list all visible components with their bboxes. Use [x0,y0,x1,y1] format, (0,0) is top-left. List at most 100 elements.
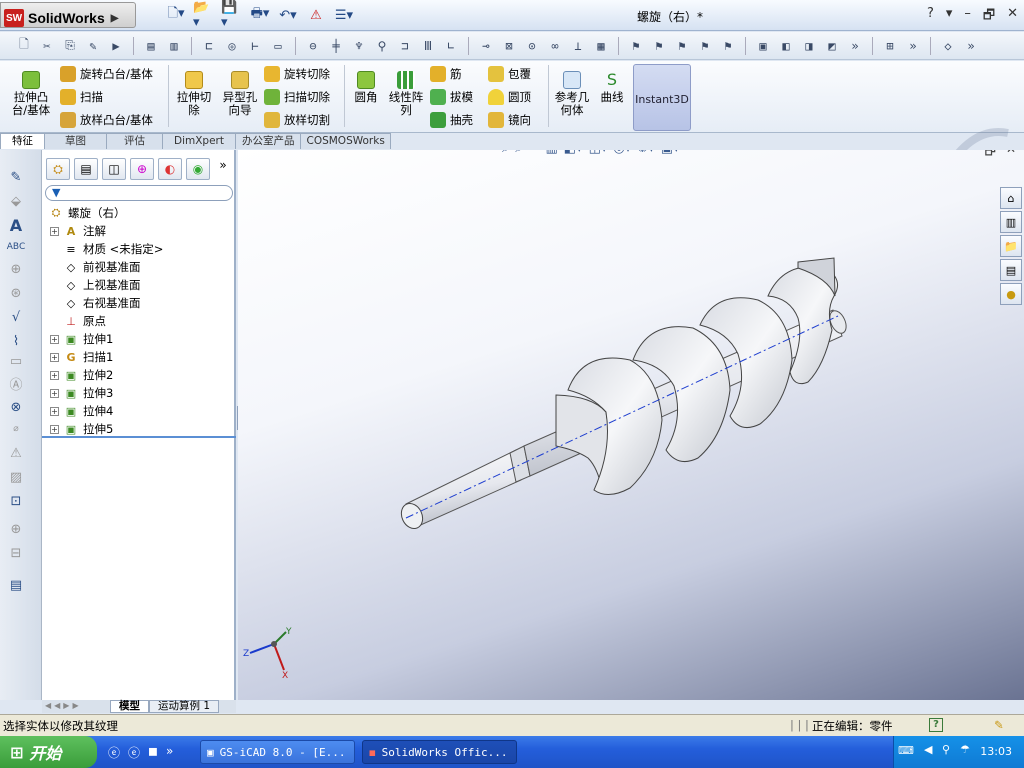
instant3d-button[interactable]: Instant3D [633,64,691,131]
expand-icon[interactable]: + [50,226,59,236]
tree-item[interactable]: ◇ 前视基准面 [42,258,236,276]
undo-icon[interactable]: ↶▾ [277,6,299,24]
rib-button[interactable]: 筋 [430,65,462,83]
tool-p-icon[interactable]: ⊥ [568,36,588,56]
tree-item[interactable]: ◇ 上视基准面 [42,276,236,294]
shell-button[interactable]: 抽壳 [430,111,473,129]
mirror-button[interactable]: 镜向 [488,111,531,129]
tree-item[interactable]: ◇ 右视基准面 [42,294,236,312]
curves-button[interactable]: S 曲线 [596,71,628,104]
tool-i-icon[interactable]: ⊐ [395,36,415,56]
rebuild-status-icon[interactable]: ✎ [994,718,1004,732]
expand-icon[interactable]: + [50,334,59,344]
linear-pattern-button[interactable]: 线性阵 列 [384,71,428,117]
datum-target-icon[interactable]: ⊗ [4,396,28,418]
extrude-cut-button[interactable]: 拉伸切 除 [172,71,216,117]
tool-e-icon[interactable]: ⊖ [303,36,323,56]
ie-icon[interactable]: ⓔ [108,744,120,761]
network-icon[interactable]: ⚲ [942,743,950,756]
centerline-icon[interactable]: ⊟ [4,542,28,564]
surface-finish-icon[interactable]: √ [4,306,28,328]
tray-expand-icon[interactable]: ◀ [924,743,932,756]
cut-icon[interactable]: ✂ [37,36,57,56]
diamond-icon[interactable]: ◇ [938,36,958,56]
block-icon[interactable]: ⊡ [4,490,28,512]
view-palette-icon[interactable]: ▤ [1000,259,1022,281]
solidworks-launch-icon[interactable]: ◼ [148,744,158,761]
loft-cut-button[interactable]: 放样切割 [264,111,330,129]
tool-h-icon[interactable]: ⚲ [372,36,392,56]
sweep-cut-button[interactable]: 扫描切除 [264,88,330,106]
restore-icon[interactable]: 🗗 [983,6,995,28]
revolve-cut-button[interactable]: 旋转切除 [264,65,330,83]
tree-item[interactable]: + ▣ 拉伸1 [42,330,236,348]
taskbar-item-gsicad[interactable]: ▣ GS-iCAD 8.0 - [E... [200,740,355,764]
tool-m-icon[interactable]: ⊠ [499,36,519,56]
tool-n-icon[interactable]: ⊙ [522,36,542,56]
appearance-tab-icon[interactable]: ◐ [158,158,182,180]
configuration-manager-tab-icon[interactable]: ◫ [102,158,126,180]
flag-e-icon[interactable]: ⚑ [718,36,738,56]
area-hatch-icon[interactable]: ▨ [4,466,28,488]
tree-item[interactable]: + ▣ 拉伸2 [42,366,236,384]
graphics-area[interactable]: ⌕ ⌕ ↶ ▥ ◧▾ ◫▾ ◎▾ ✺▾ ▣▾ – 🗗 ✕ [238,150,1024,700]
tab-features[interactable]: 特征 [0,133,45,149]
tool-q-icon[interactable]: ▦ [591,36,611,56]
expand-icon[interactable]: + [50,406,59,416]
rebuild-icon[interactable]: ⚠ [305,6,327,24]
keyboard-icon[interactable]: ⌨ [898,744,914,757]
status-help-icon[interactable]: ? [929,718,943,732]
tool-c-icon[interactable]: ⊢ [245,36,265,56]
rollback-bar[interactable] [42,436,236,438]
balloon-icon[interactable]: ⊕ [4,258,28,280]
flag-c-icon[interactable]: ⚑ [672,36,692,56]
tool-f-icon[interactable]: ╪ [326,36,346,56]
dimxpert-manager-tab-icon[interactable]: ⊕ [130,158,154,180]
cosmetic-thread-icon[interactable]: ⚠ [4,442,28,464]
tool-g-icon[interactable]: ♆ [349,36,369,56]
dimension-icon[interactable]: ⬙ [4,190,28,212]
save-icon[interactable]: 💾▾ [221,0,243,30]
tool-d-icon[interactable]: ▭ [268,36,288,56]
draft-button[interactable]: 拔模 [430,88,473,106]
close-icon[interactable]: ✕ [1007,6,1018,28]
auto-balloon-icon[interactable]: ⊛ [4,282,28,304]
dome-button[interactable]: 圆顶 [488,88,531,106]
options-icon[interactable]: ☰▾ [333,6,355,24]
tree-item[interactable]: + G 扫描1 [42,348,236,366]
extrude-boss-button[interactable]: 拉伸凸 台/基体 [8,71,54,117]
tree-item[interactable]: ⊥ 原点 [42,312,236,330]
tab-sketch[interactable]: 草图 [44,133,107,149]
gtol-icon[interactable]: ▭ [4,350,28,372]
tab-motion-study[interactable]: 运动算例 1 [149,700,220,713]
help-icon[interactable]: ? [927,6,934,28]
more-b-icon[interactable]: » [903,36,923,56]
hole-callout-icon[interactable]: ⌀ [4,418,28,440]
tree-item[interactable]: + A 注解 [42,222,236,240]
more-launch-icon[interactable]: » [166,744,173,761]
revolve-boss-button[interactable]: 旋转凸台/基体 [60,65,153,83]
more-c-icon[interactable]: » [961,36,981,56]
tool-a-icon[interactable]: ⊏ [199,36,219,56]
start-button[interactable]: ⊞ 开始 [0,736,97,768]
loft-boss-button[interactable]: 放样凸台/基体 [60,111,153,129]
edit-icon[interactable]: ✎ [83,36,103,56]
datum-icon[interactable]: Ⓐ [4,372,28,394]
tool-l-icon[interactable]: ⊸ [476,36,496,56]
more-a-icon[interactable]: » [845,36,865,56]
feature-manager-tab-icon[interactable]: ⛭ [46,158,70,180]
file-explorer-icon[interactable]: 📁 [1000,235,1022,257]
tool-k-icon[interactable]: ∟ [441,36,461,56]
tree-item[interactable]: ≡ 材质 <未指定> [42,240,236,258]
help-dropdown-icon[interactable]: ▾ [946,6,953,28]
home-icon[interactable]: ⌂ [1000,187,1022,209]
open-icon[interactable]: 📂▾ [193,0,215,30]
tab-nav-arrows[interactable]: ◀◀▶▶ [42,700,110,713]
table-icon[interactable]: ▤ [4,574,28,596]
tab-model[interactable]: 模型 [110,700,149,713]
design-library-icon[interactable]: ▥ [1000,211,1022,233]
tab-evaluate[interactable]: 评估 [106,133,163,149]
note-icon[interactable]: A [4,214,28,236]
tool-j-icon[interactable]: Ⅲ [418,36,438,56]
tab-cosmosworks[interactable]: COSMOSWorks [300,133,391,149]
